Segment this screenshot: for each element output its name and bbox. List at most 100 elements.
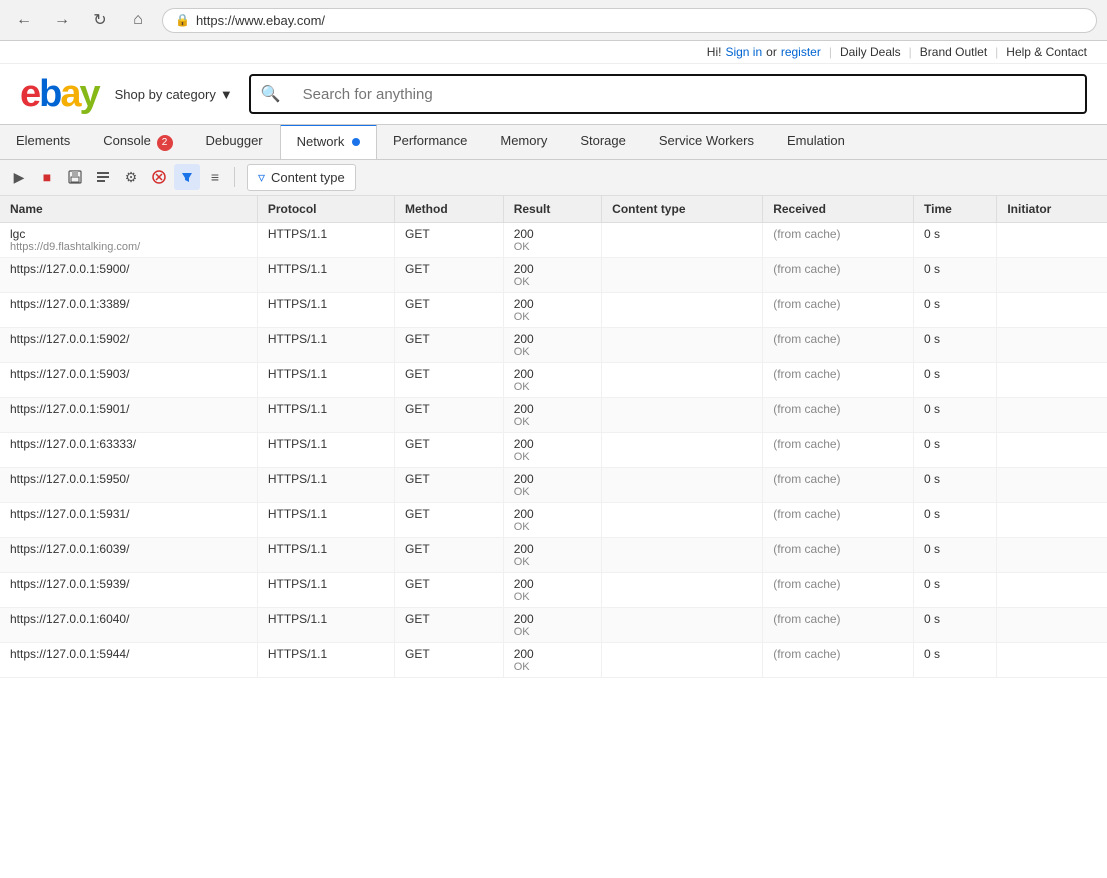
- cell-result: 200OK: [503, 642, 601, 677]
- save-button[interactable]: [62, 164, 88, 190]
- cell-result: 200OK: [503, 397, 601, 432]
- cell-time: 0 s: [914, 502, 997, 537]
- forward-button[interactable]: →: [48, 6, 76, 34]
- back-button[interactable]: ←: [10, 6, 38, 34]
- table-row[interactable]: https://127.0.0.1:3389/HTTPS/1.1GET200OK…: [0, 292, 1107, 327]
- col-header-result[interactable]: Result: [503, 196, 601, 223]
- table-row[interactable]: https://127.0.0.1:5939/HTTPS/1.1GET200OK…: [0, 572, 1107, 607]
- cell-method: GET: [395, 257, 504, 292]
- console-badge: 2: [157, 135, 173, 151]
- cell-name: https://127.0.0.1:5903/: [0, 362, 257, 397]
- chevron-down-icon: ▼: [220, 87, 233, 102]
- tab-debugger[interactable]: Debugger: [190, 125, 280, 159]
- table-row[interactable]: https://127.0.0.1:6039/HTTPS/1.1GET200OK…: [0, 537, 1107, 572]
- cell-content-type: [602, 502, 763, 537]
- filter-icon: ▿: [258, 169, 265, 186]
- cell-initiator: [997, 222, 1107, 257]
- stop-button[interactable]: ■: [34, 164, 60, 190]
- tab-emulation[interactable]: Emulation: [771, 125, 862, 159]
- cell-protocol: HTTPS/1.1: [257, 467, 394, 502]
- daily-deals-link[interactable]: Daily Deals: [840, 45, 901, 59]
- home-button[interactable]: ⌂: [124, 6, 152, 34]
- cell-name: https://127.0.0.1:5902/: [0, 327, 257, 362]
- cell-received: (from cache): [763, 572, 914, 607]
- toolbar-separator: [234, 167, 235, 187]
- url-input[interactable]: [196, 13, 1084, 28]
- tab-elements[interactable]: Elements: [0, 125, 87, 159]
- cell-result: 200OK: [503, 292, 601, 327]
- cell-name: https://127.0.0.1:5931/: [0, 502, 257, 537]
- clear-button[interactable]: [146, 164, 172, 190]
- table-row[interactable]: https://127.0.0.1:5944/HTTPS/1.1GET200OK…: [0, 642, 1107, 677]
- col-header-name[interactable]: Name: [0, 196, 257, 223]
- content-type-filter-button[interactable]: ▿ Content type: [247, 164, 356, 191]
- cell-method: GET: [395, 467, 504, 502]
- col-header-content-type[interactable]: Content type: [602, 196, 763, 223]
- tab-performance[interactable]: Performance: [377, 125, 484, 159]
- table-row[interactable]: https://127.0.0.1:6040/HTTPS/1.1GET200OK…: [0, 607, 1107, 642]
- cell-content-type: [602, 572, 763, 607]
- help-contact-link[interactable]: Help & Contact: [1006, 45, 1087, 59]
- sign-in-link[interactable]: Sign in: [725, 45, 762, 59]
- ebay-logo[interactable]: ebay: [20, 75, 99, 113]
- tab-network[interactable]: Network: [280, 125, 377, 159]
- format-button[interactable]: [90, 164, 116, 190]
- cell-time: 0 s: [914, 257, 997, 292]
- cell-initiator: [997, 292, 1107, 327]
- table-row[interactable]: https://127.0.0.1:63333/HTTPS/1.1GET200O…: [0, 432, 1107, 467]
- filter-label: Content type: [271, 170, 345, 185]
- table-row[interactable]: https://127.0.0.1:5901/HTTPS/1.1GET200OK…: [0, 397, 1107, 432]
- tab-service-workers[interactable]: Service Workers: [643, 125, 771, 159]
- hi-text: Hi!: [707, 45, 722, 59]
- cell-result: 200OK: [503, 432, 601, 467]
- tab-memory[interactable]: Memory: [484, 125, 564, 159]
- search-input[interactable]: [291, 86, 1085, 103]
- more-button[interactable]: ≡: [202, 164, 228, 190]
- cell-result: 200OK: [503, 362, 601, 397]
- register-link[interactable]: register: [781, 45, 821, 59]
- table-row[interactable]: https://127.0.0.1:5950/HTTPS/1.1GET200OK…: [0, 467, 1107, 502]
- tab-console[interactable]: Console 2: [87, 125, 189, 159]
- search-bar[interactable]: 🔍: [249, 74, 1087, 114]
- sep3: |: [995, 45, 998, 59]
- cell-name: https://127.0.0.1:6040/: [0, 607, 257, 642]
- cell-time: 0 s: [914, 572, 997, 607]
- cell-initiator: [997, 607, 1107, 642]
- logo-a: a: [60, 73, 79, 115]
- cell-content-type: [602, 327, 763, 362]
- cell-method: GET: [395, 397, 504, 432]
- cell-result: 200OK: [503, 327, 601, 362]
- sep1: |: [829, 45, 832, 59]
- cell-name: https://127.0.0.1:5900/: [0, 257, 257, 292]
- table-row[interactable]: https://127.0.0.1:5902/HTTPS/1.1GET200OK…: [0, 327, 1107, 362]
- cell-protocol: HTTPS/1.1: [257, 327, 394, 362]
- cell-initiator: [997, 537, 1107, 572]
- settings-button[interactable]: ⚙: [118, 164, 144, 190]
- tab-storage[interactable]: Storage: [564, 125, 643, 159]
- cell-received: (from cache): [763, 292, 914, 327]
- col-header-method[interactable]: Method: [395, 196, 504, 223]
- col-header-protocol[interactable]: Protocol: [257, 196, 394, 223]
- cell-name: https://127.0.0.1:5939/: [0, 572, 257, 607]
- network-record-dot: [352, 138, 360, 146]
- brand-outlet-link[interactable]: Brand Outlet: [920, 45, 987, 59]
- cell-content-type: [602, 537, 763, 572]
- col-header-initiator[interactable]: Initiator: [997, 196, 1107, 223]
- shop-by-category[interactable]: Shop by category ▼: [115, 87, 233, 102]
- col-header-time[interactable]: Time: [914, 196, 997, 223]
- devtools-toolbar: ▶ ■ ⚙ ≡ ▿ Content type: [0, 160, 1107, 196]
- refresh-button[interactable]: ↻: [86, 6, 114, 34]
- col-header-received[interactable]: Received: [763, 196, 914, 223]
- address-bar[interactable]: 🔒: [162, 8, 1097, 33]
- filter-toggle-button[interactable]: [174, 164, 200, 190]
- table-row[interactable]: https://127.0.0.1:5903/HTTPS/1.1GET200OK…: [0, 362, 1107, 397]
- play-button[interactable]: ▶: [6, 164, 32, 190]
- cell-received: (from cache): [763, 327, 914, 362]
- cell-protocol: HTTPS/1.1: [257, 572, 394, 607]
- table-row[interactable]: https://127.0.0.1:5931/HTTPS/1.1GET200OK…: [0, 502, 1107, 537]
- table-row[interactable]: https://127.0.0.1:5900/HTTPS/1.1GET200OK…: [0, 257, 1107, 292]
- cell-protocol: HTTPS/1.1: [257, 397, 394, 432]
- table-row[interactable]: lgchttps://d9.flashtalking.com/HTTPS/1.1…: [0, 222, 1107, 257]
- cell-name: https://127.0.0.1:3389/: [0, 292, 257, 327]
- cell-method: GET: [395, 432, 504, 467]
